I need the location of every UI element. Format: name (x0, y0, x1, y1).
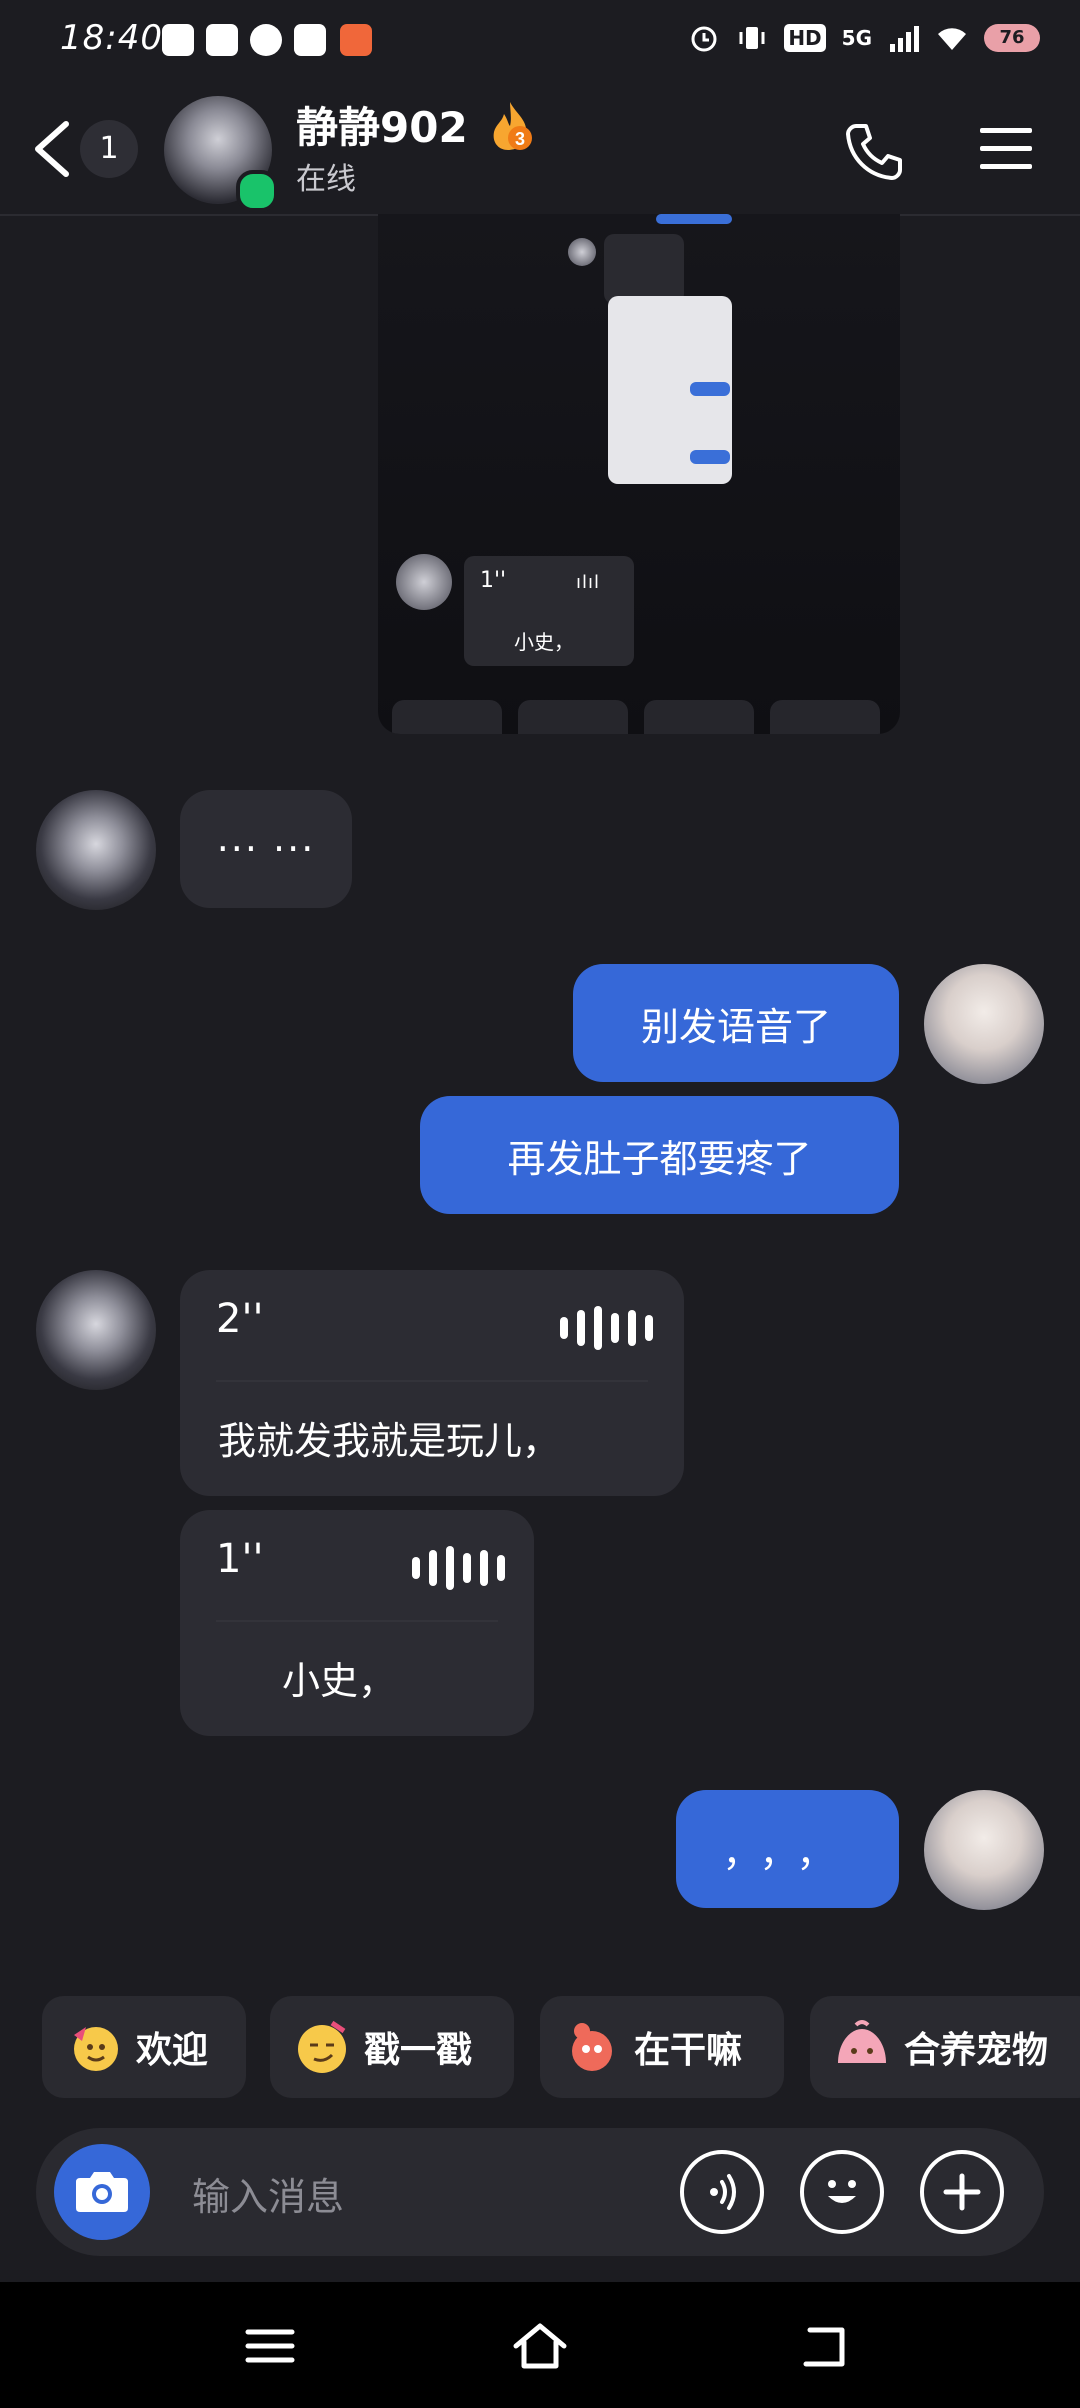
signal-icon (890, 26, 919, 52)
smile-icon (828, 2180, 856, 2203)
quick-reply-bar: 欢迎 戳一戳 在干嘛 合养宠物 (0, 1996, 1080, 2098)
screenshot-voice-transcript: 小史， (514, 630, 574, 654)
vibrate-icon (739, 27, 765, 49)
quick-reply-label: 在干嘛 (634, 2030, 743, 2071)
message-text: 再发肚子都要疼了 (507, 1136, 812, 1181)
hd-badge: HD (784, 24, 826, 52)
voice-message-bubble[interactable]: 2'' 我就发我就是玩儿， (180, 1270, 684, 1496)
book-notification-icon (206, 24, 238, 56)
streak-fire-icon[interactable]: 3 (486, 100, 534, 152)
screenshot-chip-row (392, 700, 900, 734)
status-icons: HD 5G 76 (688, 20, 1040, 56)
app-notification-icon (162, 24, 194, 56)
voice-divider (216, 1380, 648, 1382)
voice-message-bubble[interactable]: 1'' 小史， (180, 1510, 534, 1736)
back-nav-icon[interactable] (796, 2316, 856, 2376)
emoji-button[interactable] (800, 2150, 884, 2234)
wifi-icon (938, 28, 966, 50)
message-text: 别发语音了 (640, 1004, 831, 1049)
system-navigation-bar (0, 2282, 1080, 2408)
recent-apps-icon[interactable] (240, 2316, 300, 2376)
contact-status: 在线 (296, 162, 356, 197)
screenshot-blue-bubble-2 (690, 382, 730, 396)
screenshot-voice-wave: ılıl (576, 572, 601, 593)
pet-blob-icon (838, 2020, 886, 2063)
voice-duration: 2'' (216, 1296, 264, 1342)
camera-button[interactable] (54, 2144, 150, 2240)
plus-icon (943, 2173, 981, 2211)
self-message-bubble[interactable]: ，，， (676, 1790, 899, 1908)
voice-divider (216, 1620, 498, 1622)
friend-avatar[interactable] (36, 790, 156, 910)
menu-icon[interactable] (978, 124, 1034, 174)
back-arrow-icon[interactable] (24, 116, 84, 182)
screenshot-voice-duration: 1'' (480, 568, 507, 593)
quick-reply-label: 合养宠物 (904, 2030, 1049, 2071)
battery-indicator: 76 (984, 24, 1040, 52)
status-time: 18:40 (60, 18, 163, 58)
message-input-bar: 输入消息 (36, 2128, 1044, 2256)
voice-wave-icon[interactable] (560, 1306, 653, 1350)
streak-count: 3 (515, 129, 525, 149)
voice-wave-icon[interactable] (412, 1546, 505, 1590)
quick-reply-label: 欢迎 (136, 2030, 209, 2071)
play-notification-icon (294, 24, 326, 56)
screenshot-bubble (604, 234, 684, 304)
cute-character-icon (572, 2023, 612, 2071)
app2-notification-icon (340, 24, 372, 56)
message-text: ，，， (722, 1830, 853, 1875)
voice-duration: 1'' (216, 1536, 264, 1582)
self-avatar[interactable] (924, 964, 1044, 1084)
screenshot-blue-bubble (656, 214, 732, 224)
voice-input-button[interactable] (680, 2150, 764, 2234)
smirk-emoji-icon (298, 2020, 346, 2073)
self-avatar[interactable] (924, 1790, 1044, 1910)
camera-icon (76, 2172, 128, 2212)
sound-wave-icon (710, 2174, 736, 2210)
quick-reply-label: 戳一戳 (364, 2030, 473, 2071)
unread-count-badge[interactable]: 1 (80, 120, 138, 178)
voice-transcript: 小史， (282, 1659, 397, 1703)
forwarded-screenshot-image[interactable]: 1'' ılıl 小史， (378, 214, 900, 734)
party-emoji-icon (74, 2027, 118, 2071)
quick-reply-pet[interactable]: 合养宠物 (810, 1996, 1080, 2098)
screenshot-avatar (568, 238, 596, 266)
friend-message-bubble[interactable]: ··· ··· (180, 790, 352, 908)
leaf-notification-icon (250, 24, 282, 56)
quick-reply-welcome[interactable]: 欢迎 (42, 1996, 246, 2098)
quick-reply-poke[interactable]: 戳一戳 (270, 1996, 514, 2098)
phone-call-icon[interactable] (842, 120, 906, 184)
message-input[interactable]: 输入消息 (192, 2166, 344, 2221)
voice-transcript: 我就发我就是玩儿， (218, 1419, 561, 1463)
screenshot-avatar-2 (396, 554, 452, 610)
more-options-button[interactable] (920, 2150, 1004, 2234)
status-bar: 18:40 HD 5G 76 (0, 0, 1080, 84)
alarm-icon (691, 26, 717, 52)
online-indicator (236, 170, 278, 212)
friend-avatar[interactable] (36, 1270, 156, 1390)
self-message-bubble[interactable]: 再发肚子都要疼了 (420, 1096, 899, 1214)
message-text: ··· ··· (216, 827, 316, 871)
contact-name[interactable]: 静静902 (296, 94, 468, 155)
screenshot-blue-bubble-3 (690, 450, 730, 464)
quick-reply-whatsup[interactable]: 在干嘛 (540, 1996, 784, 2098)
home-icon[interactable] (510, 2316, 570, 2376)
network-label: 5G (841, 26, 872, 50)
chat-header: 1 静静902 3 在线 (0, 84, 1080, 216)
self-message-bubble[interactable]: 别发语音了 (573, 964, 899, 1082)
screenshot-voice-bubble: 1'' ılıl 小史， (464, 556, 634, 666)
